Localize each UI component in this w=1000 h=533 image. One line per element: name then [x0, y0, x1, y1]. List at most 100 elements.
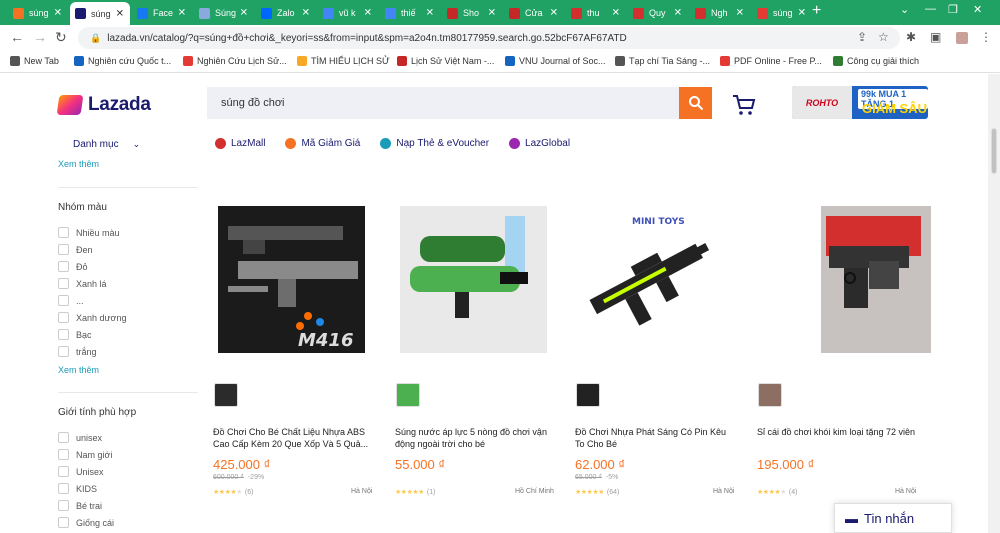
product-image[interactable] [400, 206, 547, 353]
browser-tab[interactable]: thiế ✕ [380, 3, 440, 23]
address-bar[interactable]: 🔒 lazada.vn/catalog/?q=súng+đồ+chơi&_key… [78, 27, 900, 49]
filter-option[interactable]: Unisex [58, 466, 104, 477]
tab-close-icon[interactable]: ✕ [798, 8, 806, 19]
filter-option[interactable]: Nhiều màu [58, 227, 120, 238]
product-title[interactable]: Súng nước áp lực 5 nòng đồ chơi vận động… [395, 426, 553, 450]
restore-icon[interactable]: ❐ [948, 3, 958, 16]
tab-close-icon[interactable]: ✕ [674, 8, 682, 19]
filter-option[interactable]: Bé trai [58, 500, 102, 511]
filter-option[interactable]: unisex [58, 432, 102, 443]
close-window-icon[interactable]: ✕ [973, 3, 982, 16]
product-image[interactable]: M416 [218, 206, 365, 353]
tab-close-icon[interactable]: ✕ [736, 8, 744, 19]
filter-option[interactable]: Xanh lá [58, 278, 107, 289]
back-arrow-icon[interactable]: ← [10, 29, 24, 45]
filter-option[interactable]: trắng [58, 346, 97, 357]
bookmark-item[interactable]: Lịch Sử Việt Nam -... [397, 56, 494, 66]
checkbox[interactable] [58, 312, 69, 323]
browser-tab[interactable]: Ngh ✕ [690, 3, 750, 23]
product-card[interactable]: M416 Đồ Chơi Cho Bé Chất Liệu Nhựa ABS Ca… [213, 206, 388, 506]
category-menu[interactable]: Danh mục ⌄ [73, 139, 140, 150]
checkbox[interactable] [58, 432, 69, 443]
product-variant-thumbnail[interactable] [758, 383, 782, 407]
quick-link[interactable]: Nạp Thẻ & eVoucher [380, 138, 489, 149]
product-image[interactable] [784, 206, 931, 353]
filter-option[interactable]: Đỏ [58, 261, 88, 272]
quick-link[interactable]: LazGlobal [509, 138, 570, 149]
browser-tab[interactable]: vũ k ✕ [318, 3, 378, 23]
filter-option[interactable]: Giống cái [58, 517, 114, 528]
new-tab-button[interactable]: + [812, 2, 821, 20]
tab-close-icon[interactable]: ✕ [54, 8, 62, 19]
bookmark-item[interactable]: Công cụ giải thích [833, 56, 919, 66]
browser-tab[interactable]: Súng ✕ [194, 3, 254, 23]
browser-tab[interactable]: Sho ✕ [442, 3, 502, 23]
checkbox[interactable] [58, 500, 69, 511]
checkbox[interactable] [58, 261, 69, 272]
bookmark-item[interactable]: TÌM HIỂU LỊCH SỬ [297, 56, 390, 66]
search-button[interactable] [679, 87, 712, 119]
browser-tab[interactable]: súng ✕ [8, 3, 68, 23]
product-card[interactable]: MINI TOYS Đồ Chơi Nhựa Phát Sáng Có Pin K… [575, 206, 750, 506]
side-panel-icon[interactable]: ▣ [930, 30, 941, 44]
tab-close-icon[interactable]: ✕ [302, 8, 310, 19]
checkbox[interactable] [58, 329, 69, 340]
checkbox[interactable] [58, 244, 69, 255]
browser-tab[interactable]: Cửa ✕ [504, 3, 564, 23]
bookmark-item[interactable]: PDF Online - Free P... [720, 56, 822, 66]
product-image[interactable]: MINI TOYS [580, 206, 727, 353]
product-title[interactable]: Đồ Chơi Nhựa Phát Sáng Có Pin Kêu To Cho… [575, 426, 733, 450]
bookmark-item[interactable]: New Tab [10, 56, 59, 66]
quick-link[interactable]: Mã Giảm Giá [285, 138, 360, 149]
bookmark-item[interactable]: Tạp chí Tia Sáng -... [615, 56, 710, 66]
quick-link[interactable]: LazMall [215, 138, 265, 149]
see-more-categories-link[interactable]: Xem thêm [58, 159, 99, 169]
filter-option[interactable]: Đen [58, 244, 93, 255]
page-scrollbar[interactable] [988, 74, 1000, 533]
search-input[interactable]: súng đồ chơi [207, 87, 679, 119]
tab-close-icon[interactable]: ✕ [116, 8, 124, 19]
browser-tab[interactable]: thu ✕ [566, 3, 626, 23]
bookmark-item[interactable]: VNU Journal of Soc... [505, 56, 606, 66]
product-title[interactable]: Đồ Chơi Cho Bé Chất Liệu Nhựa ABS Cao Cấ… [213, 426, 371, 450]
product-variant-thumbnail[interactable] [214, 383, 238, 407]
bookmark-item[interactable]: Nghiên Cứu Lịch Sử... [183, 56, 287, 66]
filter-option[interactable]: Nam giới [58, 449, 112, 460]
browser-tab[interactable]: Zalo ✕ [256, 3, 316, 23]
browser-tab[interactable]: súng ✕ [752, 3, 812, 23]
product-title[interactable]: Sỉ cái đồ chơi khói kim loại tặng 72 viê… [757, 426, 915, 450]
product-variant-thumbnail[interactable] [396, 383, 420, 407]
share-icon[interactable]: ⇪ [857, 30, 867, 44]
checkbox[interactable] [58, 295, 69, 306]
checkbox[interactable] [58, 449, 69, 460]
browser-tab[interactable]: Face ✕ [132, 3, 192, 23]
scrollbar-thumb[interactable] [991, 128, 997, 174]
profile-avatar[interactable] [956, 32, 968, 44]
tab-close-icon[interactable]: ✕ [240, 8, 248, 19]
tab-close-icon[interactable]: ✕ [426, 8, 434, 19]
filter-option[interactable]: Xanh dương [58, 312, 126, 323]
tab-close-icon[interactable]: ✕ [612, 8, 620, 19]
tab-close-icon[interactable]: ✕ [488, 8, 496, 19]
menu-kebab-icon[interactable]: ⋮ [980, 30, 992, 44]
lazada-logo[interactable]: Lazada [56, 94, 151, 116]
see-more-colors-link[interactable]: Xem thêm [58, 365, 99, 375]
checkbox[interactable] [58, 483, 69, 494]
minimize-icon[interactable]: — [925, 3, 936, 15]
bookmark-item[interactable]: Nghiên cứu Quốc t... [74, 56, 171, 66]
promo-banner[interactable]: ROHTO 99k MUA 1 TẶNG 1 GIẢM SÂU 50% [792, 86, 928, 119]
browser-tab[interactable]: súng ✕ [70, 2, 130, 25]
checkbox[interactable] [58, 278, 69, 289]
reload-icon[interactable]: ↻ [55, 29, 67, 46]
product-card[interactable]: Súng nước áp lực 5 nòng đồ chơi vận động… [395, 206, 570, 506]
filter-option[interactable]: Bạc [58, 329, 92, 340]
product-card[interactable]: Sỉ cái đồ chơi khói kim loại tặng 72 viê… [757, 206, 932, 506]
tab-close-icon[interactable]: ✕ [178, 8, 186, 19]
tab-close-icon[interactable]: ✕ [550, 8, 558, 19]
forward-arrow-icon[interactable]: → [33, 29, 47, 45]
browser-tab[interactable]: Quy ✕ [628, 3, 688, 23]
filter-option[interactable]: ... [58, 295, 84, 306]
checkbox[interactable] [58, 517, 69, 528]
cart-button[interactable] [732, 94, 756, 122]
chat-button[interactable]: ▬ Tin nhắn [834, 503, 952, 533]
